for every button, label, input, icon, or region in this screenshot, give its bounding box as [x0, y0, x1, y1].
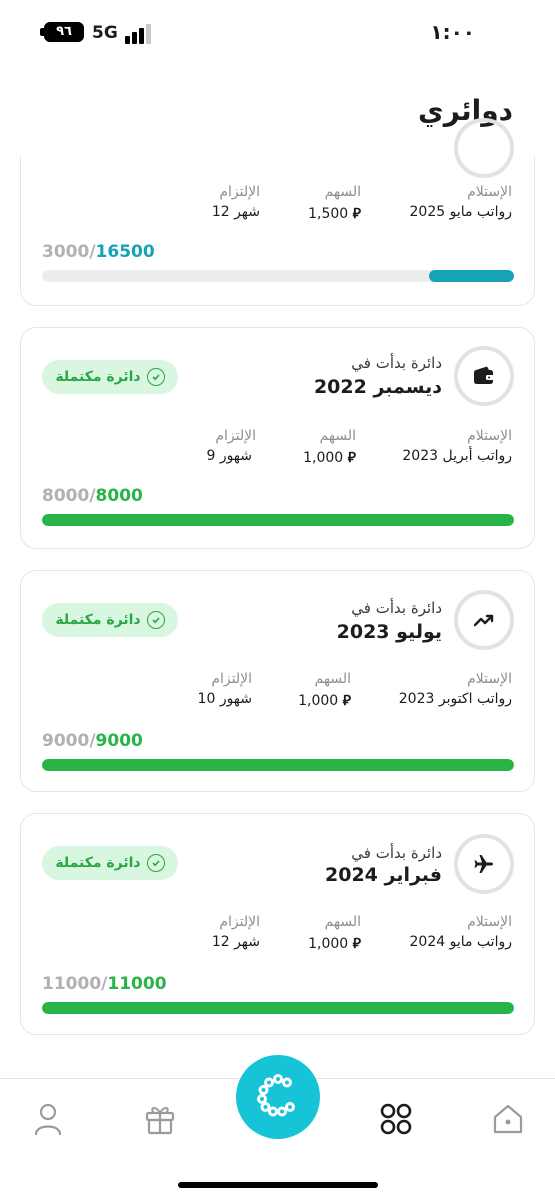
progress-text: 3000/16500 — [42, 242, 155, 262]
progress-fill — [42, 514, 514, 526]
progress-fill — [42, 759, 514, 771]
receive-value: رواتب أبريل 2023 — [402, 448, 512, 464]
share-amount: 1,000 — [308, 936, 349, 952]
started-label: دائرة بدأت في — [351, 844, 442, 862]
commitment-value: 12 شهر — [211, 934, 260, 950]
started-label: دائرة بدأت في — [351, 354, 442, 372]
network-type: 5G — [92, 23, 118, 43]
total-amount: 8000 — [95, 486, 143, 506]
receive-label: الإستلام — [467, 671, 512, 687]
total-amount: 11000 — [107, 974, 167, 994]
share-label: السهم — [314, 671, 351, 687]
share-amount: 1,500 — [308, 206, 349, 222]
progress-fill — [42, 1002, 514, 1014]
share-label: السهم — [324, 914, 361, 930]
share-amount: 1,000 — [303, 450, 344, 466]
completed-badge-label: دائرة مكتملة — [55, 612, 141, 628]
started-date: ديسمبر 2022 — [313, 376, 442, 398]
circle-card[interactable]: دائرة بدأت في ديسمبر 2022 دائرة مكتملة ا… — [20, 327, 535, 549]
airplane-icon — [454, 834, 514, 894]
completed-badge-label: دائرة مكتملة — [55, 369, 141, 385]
progress-track — [42, 759, 514, 771]
check-circle-icon — [146, 611, 165, 629]
check-circle-icon — [146, 854, 165, 872]
share-value: 1,000 ⃁ — [308, 934, 361, 952]
fab-icon — [256, 1073, 300, 1121]
riyal-icon: ⃁ — [352, 936, 361, 952]
paid-amount: 3000 — [42, 242, 90, 262]
share-label: السهم — [319, 428, 356, 444]
completed-badge: دائرة مكتملة — [42, 846, 178, 880]
circle-card[interactable]: الإستلام رواتب مايو 2025 السهم 1,500 ⃁ ا… — [20, 118, 535, 306]
completed-badge: دائرة مكتملة — [42, 603, 178, 637]
check-circle-icon — [146, 368, 165, 386]
completed-badge-label: دائرة مكتملة — [55, 855, 141, 871]
circle-card[interactable]: دائرة بدأت في فبراير 2024 دائرة مكتملة ا… — [20, 813, 535, 1035]
status-bar: ٩٦ 5G ١:٠٠ — [0, 0, 555, 64]
riyal-icon: ⃁ — [347, 450, 356, 466]
receive-label: الإستلام — [467, 428, 512, 444]
commitment-value: 12 شهر — [211, 204, 260, 220]
home-icon[interactable] — [488, 1099, 528, 1139]
wallet-icon — [454, 346, 514, 406]
total-amount: 16500 — [95, 242, 155, 262]
commitment-value: 9 شهور — [206, 448, 252, 464]
paid-amount: 8000 — [42, 486, 90, 506]
paid-amount: 11000 — [42, 974, 102, 994]
status-time: ١:٠٠ — [430, 20, 475, 44]
receive-value: رواتب مايو 2025 — [409, 204, 513, 220]
commitment-label: الإلتزام — [219, 184, 260, 200]
commitment-value: 10 شهور — [197, 691, 252, 707]
battery-indicator: ٩٦ — [44, 22, 84, 42]
share-label: السهم — [324, 184, 361, 200]
started-label: دائرة بدأت في — [351, 599, 442, 617]
trending-up-icon — [454, 590, 514, 650]
progress-text: 9000/9000 — [42, 731, 143, 751]
progress-fill — [429, 270, 514, 282]
started-date: فبراير 2024 — [325, 864, 442, 886]
home-indicator — [178, 1182, 378, 1188]
circle-card[interactable]: دائرة بدأت في يوليو 2023 دائرة مكتملة ال… — [20, 570, 535, 792]
receive-value: رواتب مايو 2024 — [409, 934, 513, 950]
progress-track — [42, 1002, 514, 1014]
paid-amount: 9000 — [42, 731, 90, 751]
progress-track — [42, 270, 514, 282]
circle-icon — [454, 118, 514, 178]
progress-text: 11000/11000 — [42, 974, 167, 994]
commitment-label: الإلتزام — [215, 428, 256, 444]
commitment-label: الإلتزام — [219, 914, 260, 930]
progress-text: 8000/8000 — [42, 486, 143, 506]
signal-icon — [125, 24, 157, 44]
riyal-icon: ⃁ — [352, 206, 361, 222]
receive-label: الإستلام — [467, 184, 512, 200]
gift-icon[interactable] — [140, 1099, 180, 1139]
riyal-icon: ⃁ — [342, 693, 351, 709]
started-date: يوليو 2023 — [336, 621, 442, 643]
receive-value: رواتب اكتوبر 2023 — [398, 691, 512, 707]
total-amount: 9000 — [95, 731, 143, 751]
completed-badge: دائرة مكتملة — [42, 360, 178, 394]
commitment-label: الإلتزام — [211, 671, 252, 687]
progress-track — [42, 514, 514, 526]
receive-label: الإستلام — [467, 914, 512, 930]
fab-button[interactable] — [236, 1055, 320, 1139]
profile-icon[interactable] — [28, 1099, 68, 1139]
share-amount: 1,000 — [298, 693, 339, 709]
share-value: 1,000 ⃁ — [298, 691, 351, 709]
circles-icon[interactable] — [376, 1099, 416, 1139]
share-value: 1,500 ⃁ — [308, 204, 361, 222]
share-value: 1,000 ⃁ — [303, 448, 356, 466]
